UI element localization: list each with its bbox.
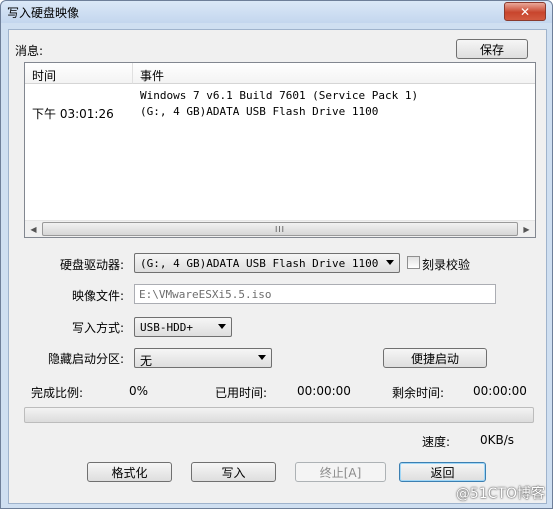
- quick-boot-button[interactable]: 便捷启动: [383, 348, 487, 368]
- hidden-partition-value: 无: [140, 354, 153, 368]
- scroll-thumb[interactable]: III: [42, 222, 518, 236]
- write-button[interactable]: 写入: [191, 462, 276, 482]
- message-event: (G:, 4 GB)ADATA USB Flash Drive 1100: [140, 105, 379, 118]
- write-method-label: 写入方式:: [72, 321, 125, 335]
- remaining-time-value: 00:00:00: [473, 384, 527, 398]
- scroll-left-icon[interactable]: ◀: [25, 221, 42, 237]
- dialog-window: 写入硬盘映像 ✕ 消息: 保存 时间 事件 Windows 7 v6.1 Bui…: [0, 0, 553, 509]
- scroll-grip: III: [274, 224, 286, 234]
- image-file-input[interactable]: [135, 285, 495, 303]
- scroll-right-icon[interactable]: ▶: [518, 221, 535, 237]
- write-method-value: USB-HDD+: [140, 321, 193, 334]
- watermark-text: @51CTO博客: [455, 486, 545, 502]
- message-event: Windows 7 v6.1 Build 7601 (Service Pack …: [140, 89, 419, 102]
- progress-label: 完成比例:: [31, 386, 84, 400]
- abort-button[interactable]: 终止[A]: [295, 462, 386, 482]
- message-time: 下午 03:01:26: [32, 107, 114, 121]
- title-bar[interactable]: 写入硬盘映像 ✕: [1, 1, 552, 23]
- speed-value: 0KB/s: [480, 433, 515, 447]
- list-item[interactable]: 下午 03:01:26 (G:, 4 GB)ADATA USB Flash Dr…: [25, 104, 533, 121]
- chevron-down-icon: [386, 260, 394, 265]
- column-header-time[interactable]: 时间: [25, 63, 133, 84]
- message-list[interactable]: 时间 事件 Windows 7 v6.1 Build 7601 (Service…: [24, 62, 536, 238]
- verify-checkbox[interactable]: [407, 256, 420, 269]
- column-header-event[interactable]: 事件: [133, 63, 535, 84]
- back-button[interactable]: 返回: [399, 462, 486, 482]
- verify-label: 刻录校验: [422, 258, 471, 272]
- messages-label: 消息:: [15, 44, 44, 58]
- elapsed-time-value: 00:00:00: [297, 384, 351, 398]
- hidden-partition-select[interactable]: 无: [134, 348, 272, 368]
- list-item[interactable]: Windows 7 v6.1 Build 7601 (Service Pack …: [25, 88, 533, 104]
- remaining-time-label: 剩余时间:: [392, 386, 445, 400]
- hidden-partition-label: 隐藏启动分区:: [48, 352, 125, 366]
- write-method-select[interactable]: USB-HDD+: [134, 317, 232, 337]
- window-title: 写入硬盘映像: [7, 6, 80, 20]
- save-button[interactable]: 保存: [456, 39, 528, 59]
- elapsed-time-label: 已用时间:: [215, 386, 268, 400]
- progress-value: 0%: [129, 384, 149, 398]
- speed-label: 速度:: [422, 435, 451, 449]
- close-icon: ✕: [519, 4, 531, 19]
- format-button[interactable]: 格式化: [87, 462, 172, 482]
- drive-label: 硬盘驱动器:: [60, 258, 125, 272]
- chevron-down-icon: [218, 324, 226, 329]
- dialog-body: 消息: 保存 时间 事件 Windows 7 v6.1 Build 7601 (…: [8, 29, 547, 504]
- drive-select[interactable]: (G:, 4 GB)ADATA USB Flash Drive 1100: [134, 253, 400, 273]
- horizontal-scrollbar[interactable]: ◀ III ▶: [25, 220, 535, 237]
- image-file-field[interactable]: [134, 284, 496, 304]
- progress-bar: [24, 407, 534, 423]
- close-button[interactable]: ✕: [504, 2, 546, 21]
- chevron-down-icon: [258, 355, 266, 360]
- image-file-label: 映像文件:: [72, 289, 125, 303]
- drive-select-value: (G:, 4 GB)ADATA USB Flash Drive 1100: [140, 257, 379, 270]
